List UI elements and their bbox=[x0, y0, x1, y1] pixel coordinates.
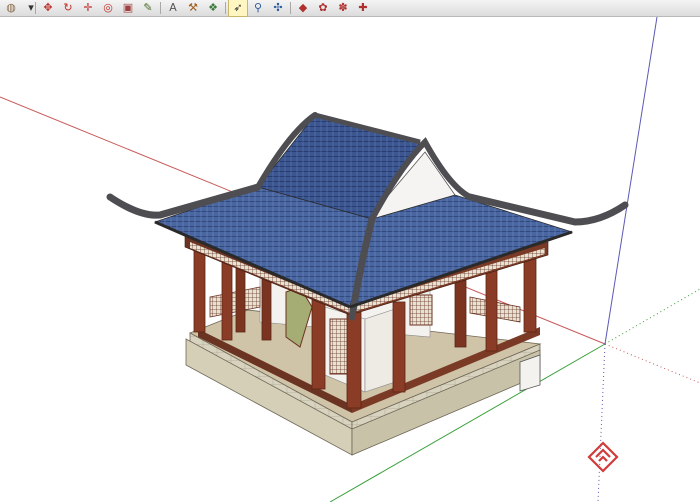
zoom-extents-icon[interactable]: ✣ bbox=[269, 0, 287, 16]
offset-icon[interactable]: ◎ bbox=[99, 0, 117, 16]
zoom-icon[interactable]: ⚲ bbox=[249, 0, 267, 16]
orbit-icon[interactable]: ◍ bbox=[2, 0, 20, 16]
position-camera-icon[interactable]: ✚ bbox=[354, 0, 372, 16]
column bbox=[485, 268, 498, 352]
toolbar-separator bbox=[290, 2, 291, 14]
column bbox=[221, 254, 233, 341]
blue-axis bbox=[604, 17, 658, 345]
select-icon[interactable]: ➶ bbox=[228, 0, 248, 17]
column bbox=[454, 276, 467, 348]
column bbox=[311, 298, 326, 390]
toolbar: ◍ ▾ ✥ ↻ ✛ ◎ ▣ ✎ A ⚒ ❖ ➶ ⚲ ✣ ◆ ✿ ✽ ✚ bbox=[0, 0, 700, 17]
components-icon[interactable]: ❖ bbox=[204, 0, 222, 16]
dropdown-arrow-icon[interactable]: ▾ bbox=[22, 0, 40, 16]
axes-icon[interactable]: ⚒ bbox=[184, 0, 202, 16]
blue-axis-dotted bbox=[597, 343, 606, 502]
paint-bucket-icon[interactable]: ▣ bbox=[119, 0, 137, 16]
pavilion-model[interactable] bbox=[106, 112, 629, 456]
tape-measure-icon[interactable]: ✎ bbox=[139, 0, 157, 16]
column bbox=[346, 311, 362, 409]
model-viewport[interactable] bbox=[0, 17, 700, 502]
scale-icon[interactable]: ✛ bbox=[79, 0, 97, 16]
red-axis-dotted bbox=[604, 343, 700, 384]
green-axis-dotted bbox=[604, 288, 700, 345]
column bbox=[193, 241, 206, 333]
watermark-logo-icon bbox=[587, 441, 619, 473]
right-wall bbox=[364, 308, 396, 393]
toolbar-separator bbox=[160, 2, 161, 14]
toolbar-separator bbox=[225, 2, 226, 14]
column bbox=[235, 261, 246, 333]
text-icon[interactable]: A bbox=[164, 0, 182, 16]
toolbar-separator bbox=[35, 2, 36, 14]
move-icon[interactable]: ✥ bbox=[39, 0, 57, 16]
look-around-icon[interactable]: ✽ bbox=[334, 0, 352, 16]
column bbox=[392, 301, 406, 393]
section-plane-icon[interactable]: ◆ bbox=[294, 0, 312, 16]
rotate-icon[interactable]: ↻ bbox=[59, 0, 77, 16]
back-lattice-window bbox=[409, 294, 433, 326]
walk-icon[interactable]: ✿ bbox=[314, 0, 332, 16]
column bbox=[523, 251, 537, 333]
